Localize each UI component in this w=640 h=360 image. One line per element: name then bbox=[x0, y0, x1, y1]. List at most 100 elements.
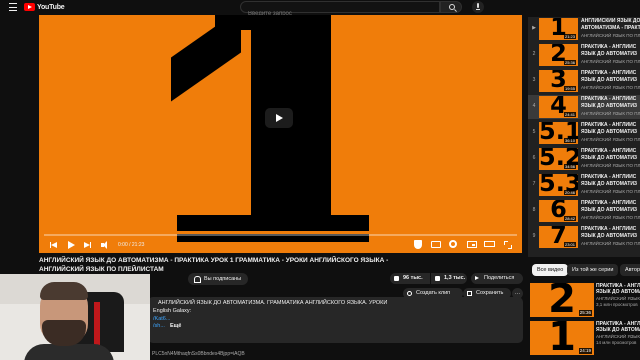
filter-chip[interactable]: Автор bbox=[620, 264, 640, 276]
playlist-item[interactable]: 8 6 28:42 ПРАКТИКА - АНГЛИЙС ЯЗЫК ДО АВТОМАТ… bbox=[528, 199, 640, 223]
dislike-count: 1,3 тыс. bbox=[444, 275, 466, 281]
playlist-thumbnail[interactable]: 3 19:55 bbox=[539, 70, 578, 92]
previous-icon[interactable] bbox=[49, 240, 59, 250]
playlist-item[interactable]: 7 5.3 20:46 ПРАКТИКА - АНГЛИЙС ЯЗЫК ДО АВТОМ… bbox=[528, 173, 640, 197]
playlist-panel: ▶ 1 21:23 АНГЛИЙСКИЙ ЯЗЫК ДО АВТОМАТИЗМА - П… bbox=[528, 17, 640, 257]
search-icon bbox=[449, 4, 455, 10]
duration-badge: 34:56 bbox=[563, 164, 576, 169]
dislike-button[interactable]: 1,3 тыс. bbox=[431, 273, 467, 284]
youtube-logo[interactable]: YouTube bbox=[24, 3, 65, 11]
video-thumbnail[interactable]: 1 24:19 bbox=[530, 321, 594, 355]
miniplayer-icon[interactable] bbox=[467, 241, 477, 248]
playlist-item-title[interactable]: ПРАКТИКА - АНГЛИЙС ЯЗЫК ДО АВТОМАТИЗ bbox=[581, 148, 640, 162]
playlist-item[interactable]: 9 7 23:01 ПРАКТИКА - АНГЛИЙС ЯЗЫК ДО АВТОМАТ… bbox=[528, 225, 640, 249]
playlist-item-title[interactable]: ПРАКТИКА - АНГЛИЙС ЯЗЫК ДО АВТОМАТИЗ bbox=[581, 96, 640, 110]
title-line: ЯЗЫК ДО АВТОМАТИЗ bbox=[581, 207, 638, 213]
theater-mode-icon[interactable] bbox=[484, 241, 495, 247]
title-line: ЯЗЫК ДО АВТОМАТИЗ bbox=[581, 51, 638, 57]
playlist-item-title[interactable]: ПРАКТИКА - АНГЛИЙС ЯЗЫК ДО АВТОМАТИЗ bbox=[581, 174, 640, 188]
share-button[interactable]: Поделиться bbox=[471, 273, 523, 284]
playlist-thumbnail[interactable]: 5.1 36:10 bbox=[539, 122, 578, 144]
playlist-item-channel: АНГЛИЙСКИЙ ЯЗЫК ПО ПЛ bbox=[581, 111, 640, 116]
playlist-item[interactable]: 6 5.2 34:56 ПРАКТИКА - АНГЛИЙС ЯЗЫК ДО АВТОМ… bbox=[528, 147, 640, 171]
title-line: ПРАКТИКА - АНГЛИЙС bbox=[581, 122, 637, 128]
playlist-index: 7 bbox=[532, 181, 536, 187]
playlist-item[interactable]: 3 3 19:55 ПРАКТИКА - АНГЛИЙС ЯЗЫК ДО АВТОМАТ… bbox=[528, 69, 640, 93]
save-label: Сохранить bbox=[476, 290, 504, 296]
mic-icon[interactable] bbox=[472, 1, 484, 13]
like-count: 96 тыс. bbox=[403, 275, 423, 281]
title-line: ЯЗЫК ДО АВТОМАТ bbox=[596, 289, 640, 295]
logo-text: YouTube bbox=[37, 3, 65, 11]
thumbs-down-icon bbox=[435, 276, 440, 281]
playlist-index: 9 bbox=[532, 233, 536, 239]
description-link[interactable]: /Kat6... bbox=[153, 316, 170, 322]
share-label: Поделиться bbox=[484, 275, 515, 281]
recommended-video[interactable]: 124:19ПРАКТИКА - АНГЛИЙЯЗЫК ДО АВТОМАТАН… bbox=[530, 321, 640, 355]
search-button[interactable] bbox=[440, 1, 462, 13]
playlist-item-title[interactable]: ПРАКТИКА - АНГЛИЙС ЯЗЫК ДО АВТОМАТИЗ bbox=[581, 226, 640, 240]
playlist-item-title[interactable]: ПРАКТИКА - АНГЛИЙС ЯЗЫК ДО АВТОМАТИЗ bbox=[581, 200, 640, 214]
thumbs-up-icon bbox=[394, 276, 399, 281]
video-player[interactable]: 0:00 / 21:23 bbox=[39, 15, 522, 253]
video-thumbnail[interactable]: 2 25:36 bbox=[530, 283, 594, 317]
video-title[interactable]: ПРАКТИКА - АНГЛИЙЯЗЫК ДО АВТОМАТ bbox=[596, 283, 640, 295]
duration-badge: 25:36 bbox=[578, 310, 592, 316]
playlist-item-title[interactable]: ПРАКТИКА - АНГЛИЙС ЯЗЫК ДО АВТОМАТИЗ bbox=[581, 70, 640, 84]
playlist-thumbnail[interactable]: 4 24:41 bbox=[539, 96, 578, 118]
playlist-item-channel: АНГЛИЙСКИЙ ЯЗЫК ПО ПЛ bbox=[581, 189, 640, 194]
description-link[interactable]: /sh... bbox=[153, 323, 165, 329]
video-title[interactable]: ПРАКТИКА - АНГЛИЙЯЗЫК ДО АВТОМАТ bbox=[596, 321, 640, 333]
frame-digit-flag bbox=[171, 15, 241, 102]
duration-badge: 24:19 bbox=[578, 348, 592, 354]
filter-chip[interactable]: Из той же серии bbox=[567, 264, 619, 276]
description-line: English Galaxy: bbox=[153, 308, 192, 314]
frame-digit-base bbox=[177, 215, 369, 231]
webcam-hair bbox=[40, 282, 88, 300]
search-box bbox=[240, 1, 440, 19]
playlist-thumbnail[interactable]: 1 21:23 bbox=[539, 18, 578, 40]
like-button[interactable]: 96 тыс. bbox=[390, 273, 430, 284]
title-line: ПРАКТИКА - АНГЛИЙС bbox=[581, 200, 637, 206]
playlist-thumbnail[interactable]: 5.2 34:56 bbox=[539, 148, 578, 170]
title-line: ПРАКТИКА - АНГЛИЙС bbox=[581, 174, 637, 180]
playlist-thumbnail[interactable]: 6 28:42 bbox=[539, 200, 578, 222]
description-more-button[interactable]: Ещё bbox=[170, 323, 181, 329]
next-icon[interactable] bbox=[83, 240, 93, 250]
playlist-thumbnail[interactable]: 5.3 20:46 bbox=[539, 174, 578, 196]
play-overlay-button[interactable] bbox=[265, 108, 293, 128]
fullscreen-icon[interactable] bbox=[503, 240, 513, 250]
title-line: ПРАКТИКА - АНГЛИЙС bbox=[581, 96, 637, 102]
play-icon[interactable] bbox=[66, 240, 76, 250]
duration-badge: 20:46 bbox=[563, 190, 576, 195]
playlist-item-channel: АНГЛИЙСКИЙ ЯЗЫК ПО ПЛ bbox=[581, 241, 640, 246]
subscribed-button[interactable]: Вы подписаны bbox=[188, 273, 248, 285]
playlist-thumbnail[interactable]: 7 23:01 bbox=[539, 226, 578, 248]
title-line: ЯЗЫК ДО АВТОМАТИЗ bbox=[581, 129, 638, 135]
playlist-item[interactable]: 2 2 25:36 ПРАКТИКА - АНГЛИЙС ЯЗЫК ДО АВТОМАТ… bbox=[528, 43, 640, 67]
channel-name[interactable]: АНГЛИЙСКИЙ ЯЗЫК bbox=[596, 296, 640, 301]
title-line: ЯЗЫК ДО АВТОМАТИЗ bbox=[581, 233, 638, 239]
channel-name[interactable]: АНГЛИЙСКИЙ ЯЗЫК bbox=[596, 334, 640, 339]
volume-icon[interactable] bbox=[100, 240, 110, 250]
description-box[interactable]: АНГЛИЙСКИЙ ЯЗЫК ДО АВТОМАТИЗМА. ГРАММАТИ… bbox=[148, 297, 523, 343]
playlist-item-title[interactable]: ПРАКТИКА - АНГЛИЙС ЯЗЫК ДО АВТОМАТИЗ bbox=[581, 44, 640, 58]
playlist-item[interactable]: 4 4 24:41 ПРАКТИКА - АНГЛИЙС ЯЗЫК ДО АВТОМАТ… bbox=[528, 95, 640, 119]
playlist-thumbnail[interactable]: 2 25:36 bbox=[539, 44, 578, 66]
progress-bar[interactable] bbox=[44, 234, 517, 236]
webcam-overlay bbox=[0, 274, 150, 360]
recommended-video[interactable]: 225:36ПРАКТИКА - АНГЛИЙЯЗЫК ДО АВТОМАТАН… bbox=[530, 283, 640, 317]
subtitles-icon[interactable] bbox=[431, 241, 441, 248]
shield-icon[interactable] bbox=[414, 240, 422, 249]
playlist-item-title[interactable]: АНГЛИЙСКИЙ ЯЗЫК ДО АВТОМАТИЗМА - ПРАКТ bbox=[581, 18, 640, 32]
playlist-item[interactable]: ▶ 1 21:23 АНГЛИЙСКИЙ ЯЗЫК ДО АВТОМАТИЗМА - П… bbox=[528, 17, 640, 41]
view-count: 14 млн просмотров bbox=[596, 340, 637, 345]
settings-icon[interactable] bbox=[449, 240, 457, 248]
share-icon bbox=[475, 276, 479, 280]
filter-chip[interactable]: Все видео bbox=[532, 264, 569, 276]
scissors-icon bbox=[407, 291, 412, 296]
playlist-item-title[interactable]: ПРАКТИКА - АНГЛИЙС ЯЗЫК ДО АВТОМАТИЗ bbox=[581, 122, 640, 136]
title-line: ЯЗЫК ДО АВТОМАТИЗ bbox=[581, 155, 638, 161]
playlist-item[interactable]: 5 5.1 36:10 ПРАКТИКА - АНГЛИЙС ЯЗЫК ДО АВТОМ… bbox=[528, 121, 640, 145]
menu-icon[interactable] bbox=[9, 3, 17, 11]
